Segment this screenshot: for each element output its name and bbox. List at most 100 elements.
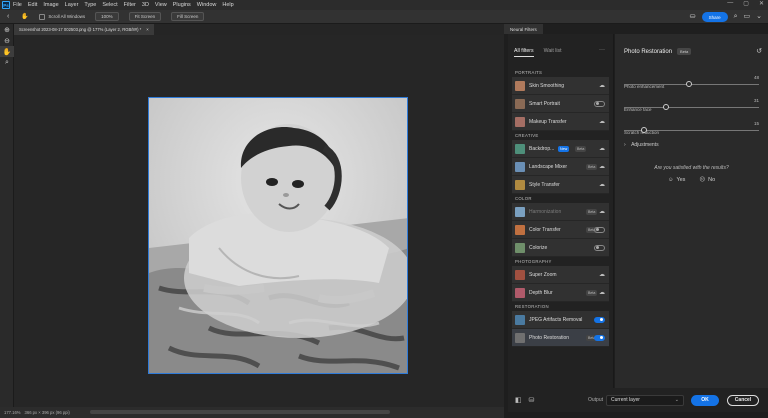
horizontal-scrollbar[interactable] [90,410,390,414]
filter-settings-panel: Photo Restoration Beta ↺ Photo enhanceme… [615,34,768,388]
scroll-all-checkbox[interactable] [39,13,46,20]
filter-item-super-zoom[interactable]: Super Zoom ☁ [512,266,609,284]
tab-all-filters[interactable]: All filters [514,48,534,57]
options-bar: ‹ ✋ Scroll All Windows 100% Fit Screen F… [0,10,768,24]
cloud-download-icon[interactable]: ☁ [599,289,605,296]
tab-close-icon[interactable]: × [146,27,148,32]
menu-edit[interactable]: Edit [28,2,37,8]
canvas-area[interactable] [14,35,517,407]
tab-wait-list[interactable]: Wait list [544,48,562,56]
filter-item-backdrop[interactable]: Backdrop... New Beta ☁ [512,140,609,158]
cloud-download-icon[interactable]: ☁ [599,208,605,215]
menu-layer[interactable]: Layer [65,2,79,8]
thumbs-down-icon: ☹ [699,177,706,183]
menu-type[interactable]: Type [84,2,96,8]
photoshop-logo: Ps [2,1,10,9]
filter-thumbnail [515,116,525,127]
filter-tabs: All filters Wait list ··· [508,34,613,68]
more-options-icon[interactable]: ··· [599,47,605,53]
zoom-in-icon[interactable]: ⊕ [0,24,14,35]
filter-item-depth-blur[interactable]: Depth Blur Beta ☁ [512,284,609,302]
no-label: No [708,177,716,183]
cloud-download-icon[interactable]: ☁ [599,82,605,89]
filter-item-color-transfer[interactable]: Color Transfer Beta [512,221,609,239]
filter-label: Smart Portrait [529,100,560,107]
menu-help[interactable]: Help [222,2,233,8]
filter-item-landscape-mixer[interactable]: Landscape Mixer Beta ☁ [512,158,609,176]
filter-thumbnail [515,98,525,109]
slider-enhance-face[interactable]: Enhance face 31 [624,98,759,116]
maximize-icon[interactable]: ▢ [743,0,749,7]
fit-screen-button[interactable]: Fit Screen [128,12,162,21]
cloud-download-icon[interactable]: ☁ [599,271,605,278]
slider-value: 15 [753,121,759,126]
slider-value: 31 [753,98,759,103]
menu-image[interactable]: Image [43,2,58,8]
ok-button[interactable]: OK [691,394,719,406]
slider-track[interactable] [624,107,759,108]
menu-window[interactable]: Window [197,2,217,8]
filter-settings-title: Photo Restoration [624,48,673,55]
slider-photo-enhancement[interactable]: Photo enhancement 48 [624,75,759,93]
slider-knob[interactable] [685,81,692,87]
filter-label: Super Zoom [529,271,557,278]
minimize-icon[interactable]: — [727,0,733,7]
preview-layout-icon[interactable]: ◧ [515,396,522,404]
filter-thumbnail [515,314,525,325]
filter-toggle[interactable] [594,316,605,323]
menu-filter[interactable]: Filter [124,2,136,8]
menu-3d[interactable]: 3D [142,2,149,8]
hand-icon[interactable]: ✋ [0,46,14,57]
menu-view[interactable]: View [155,2,167,8]
filter-toggle[interactable] [594,100,605,107]
hand-tool-icon[interactable]: ✋ [21,13,29,21]
adjustments-toggle[interactable]: › Adjustments [624,142,659,148]
zoom-100-button[interactable]: 100% [95,12,119,21]
back-chevron-icon[interactable]: ‹ [7,13,9,20]
slider-scratch-reduction[interactable]: Scratch reduction 15 [624,121,759,139]
filter-thumbnail [515,143,525,154]
beta-badge: Beta [586,289,598,296]
output-select[interactable]: Current layer ⌄ [606,394,684,406]
cloud-download-icon[interactable]: ☁ [599,181,605,188]
cloud-download-icon[interactable]: ☁ [599,145,605,152]
cloud-download-icon[interactable]: ☁ [599,163,605,170]
zoom-out-icon[interactable]: ⊖ [0,35,14,46]
menu-file[interactable]: File [13,2,22,8]
search-icon[interactable]: ⌕ [734,12,738,22]
filter-toggle[interactable] [594,334,605,341]
output-label: Output [588,397,604,403]
category-portraits: PORTRAITS [515,70,543,75]
user-icon[interactable]: ⛀ [690,12,696,22]
filter-item-photo-restoration[interactable]: Photo Restoration Beta [512,329,609,347]
filter-item-harmonization[interactable]: Harmonization Beta ☁ [512,203,609,221]
share-button[interactable]: Share [701,12,728,22]
filter-item-skin-smoothing[interactable]: Skin Smoothing ☁ [512,77,609,95]
workspace-icon[interactable]: ▭ [744,12,751,22]
fill-screen-button[interactable]: Fill Screen [171,12,205,21]
filter-item-style-transfer[interactable]: Style Transfer ☁ [512,176,609,194]
zoom-icon[interactable]: ⌕ [0,57,14,68]
filter-item-makeup-transfer[interactable]: Makeup Transfer ☁ [512,113,609,131]
filter-toggle[interactable] [594,244,605,251]
cancel-button[interactable]: Cancel [727,394,759,406]
slider-value: 48 [753,75,759,80]
document-tab[interactable]: Screenshot 2023-08-17 002503.png @ 177% … [14,24,154,35]
filter-toggle[interactable] [594,226,605,233]
neural-filters-footer: ◧ ⛁ Output Current layer ⌄ OK Cancel [508,388,768,412]
photo-canvas[interactable] [148,97,408,374]
close-icon[interactable]: ✕ [759,0,764,7]
dropdown-icon[interactable]: ⌄ [756,12,762,22]
filter-item-jpeg-artifacts-removal[interactable]: JPEG Artifacts Removal [512,311,609,329]
menu-plugins[interactable]: Plugins [173,2,191,8]
no-button[interactable]: ☹ No [699,177,715,183]
menu-select[interactable]: Select [102,2,117,8]
yes-button[interactable]: ☺ Yes [668,177,686,183]
filter-item-smart-portrait[interactable]: Smart Portrait [512,95,609,113]
filter-item-colorize[interactable]: Colorize [512,239,609,257]
layers-stack-icon[interactable]: ⛁ [529,396,535,404]
slider-knob[interactable] [662,104,669,110]
cloud-download-icon[interactable]: ☁ [599,118,605,125]
filter-thumbnail [515,287,525,298]
reset-icon[interactable]: ↺ [756,47,762,55]
